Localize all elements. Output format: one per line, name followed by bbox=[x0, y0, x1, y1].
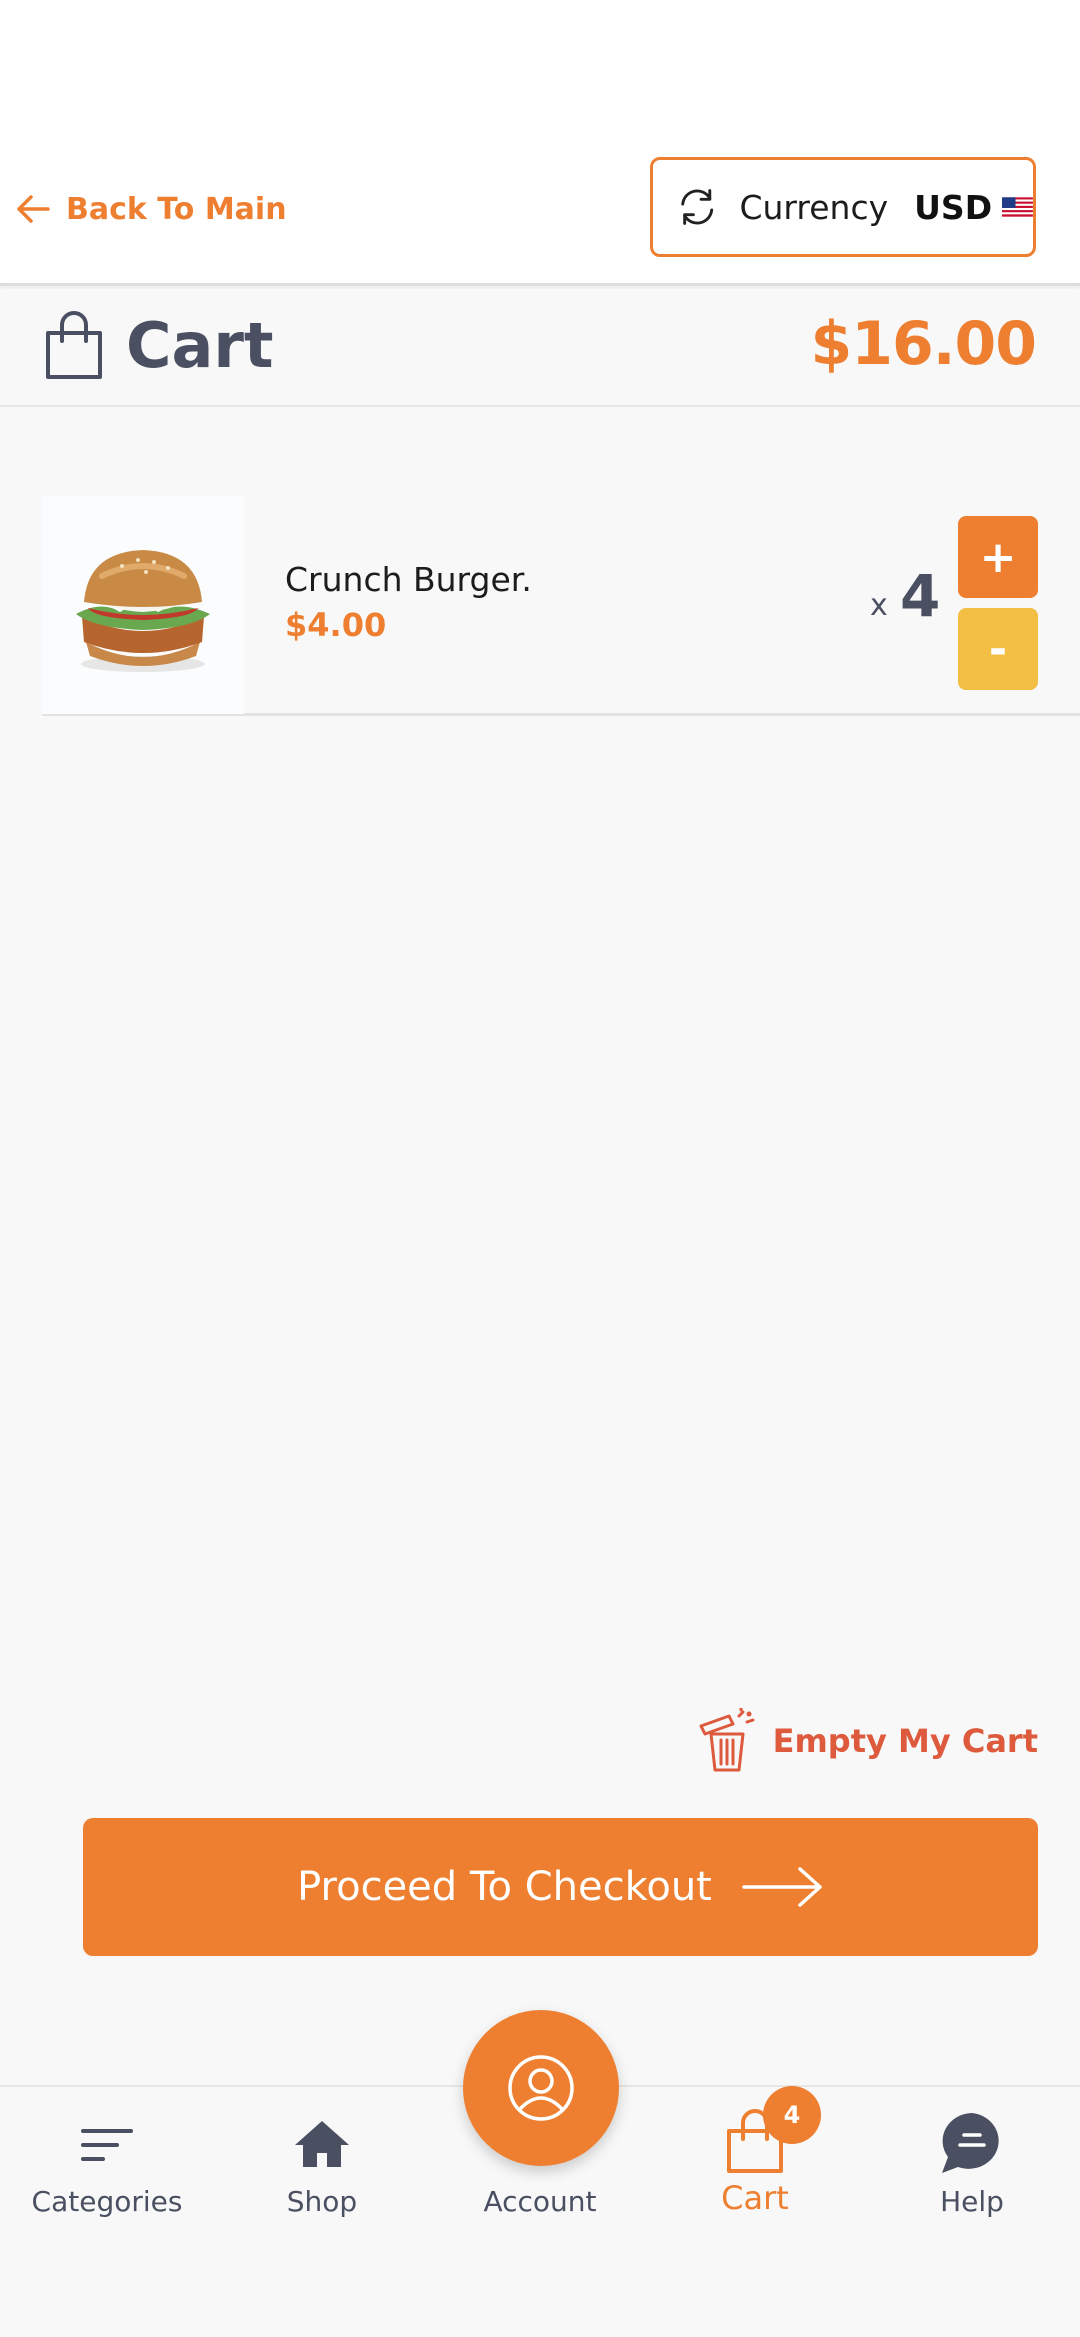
cart-total: $16.00 bbox=[810, 309, 1037, 379]
currency-label: Currency bbox=[739, 187, 889, 227]
burger-image bbox=[42, 496, 244, 714]
currency-selector[interactable]: Currency USD bbox=[650, 157, 1036, 257]
home-icon bbox=[295, 2121, 349, 2167]
nav-cart-label: Cart bbox=[721, 2179, 789, 2217]
cart-header: Cart $16.00 bbox=[0, 289, 1080, 407]
decrease-quantity-button[interactable]: - bbox=[958, 608, 1038, 690]
categories-icon bbox=[81, 2129, 133, 2161]
quantity-prefix: x bbox=[870, 588, 888, 623]
nav-shop-label: Shop bbox=[286, 2185, 358, 2218]
empty-cart-label: Empty My Cart bbox=[772, 1722, 1038, 1760]
cart-count-badge: 4 bbox=[763, 2086, 821, 2144]
top-bar: Back To Main Currency USD bbox=[0, 0, 1080, 286]
us-flag-icon bbox=[1002, 197, 1033, 217]
nav-account-label: Account bbox=[483, 2185, 597, 2218]
currency-code: USD bbox=[914, 187, 993, 227]
refresh-icon bbox=[681, 189, 714, 225]
shopping-bag-icon bbox=[46, 311, 102, 379]
user-circle-icon bbox=[508, 2055, 574, 2121]
proceed-to-checkout-button[interactable]: Proceed To Checkout bbox=[83, 1818, 1038, 1956]
item-name: Crunch Burger. bbox=[285, 560, 532, 599]
cart-title: Cart bbox=[126, 309, 274, 382]
chat-bubble-icon bbox=[942, 2113, 999, 2173]
back-to-main-link[interactable]: Back To Main bbox=[16, 184, 287, 234]
checkout-label: Proceed To Checkout bbox=[297, 1864, 712, 1910]
nav-help-label: Help bbox=[940, 2185, 1004, 2218]
nav-categories[interactable]: Categories bbox=[7, 2087, 207, 2237]
back-to-main-label: Back To Main bbox=[66, 191, 287, 227]
cart-item: Crunch Burger. $4.00 x 4 + - bbox=[42, 496, 1080, 716]
item-quantity: 4 bbox=[900, 562, 941, 630]
empty-cart-button[interactable]: Empty My Cart bbox=[695, 1706, 1038, 1776]
arrow-right-icon bbox=[742, 1867, 822, 1907]
arrow-left-icon bbox=[17, 195, 50, 223]
nav-cart[interactable]: Cart bbox=[655, 2087, 855, 2237]
increase-quantity-button[interactable]: + bbox=[958, 516, 1038, 598]
nav-categories-label: Categories bbox=[31, 2185, 183, 2218]
trash-bin-icon bbox=[699, 1708, 755, 1772]
nav-shop[interactable]: Shop bbox=[222, 2087, 422, 2237]
nav-help[interactable]: Help bbox=[872, 2087, 1072, 2237]
item-price: $4.00 bbox=[285, 606, 387, 644]
account-button[interactable] bbox=[463, 2010, 619, 2166]
